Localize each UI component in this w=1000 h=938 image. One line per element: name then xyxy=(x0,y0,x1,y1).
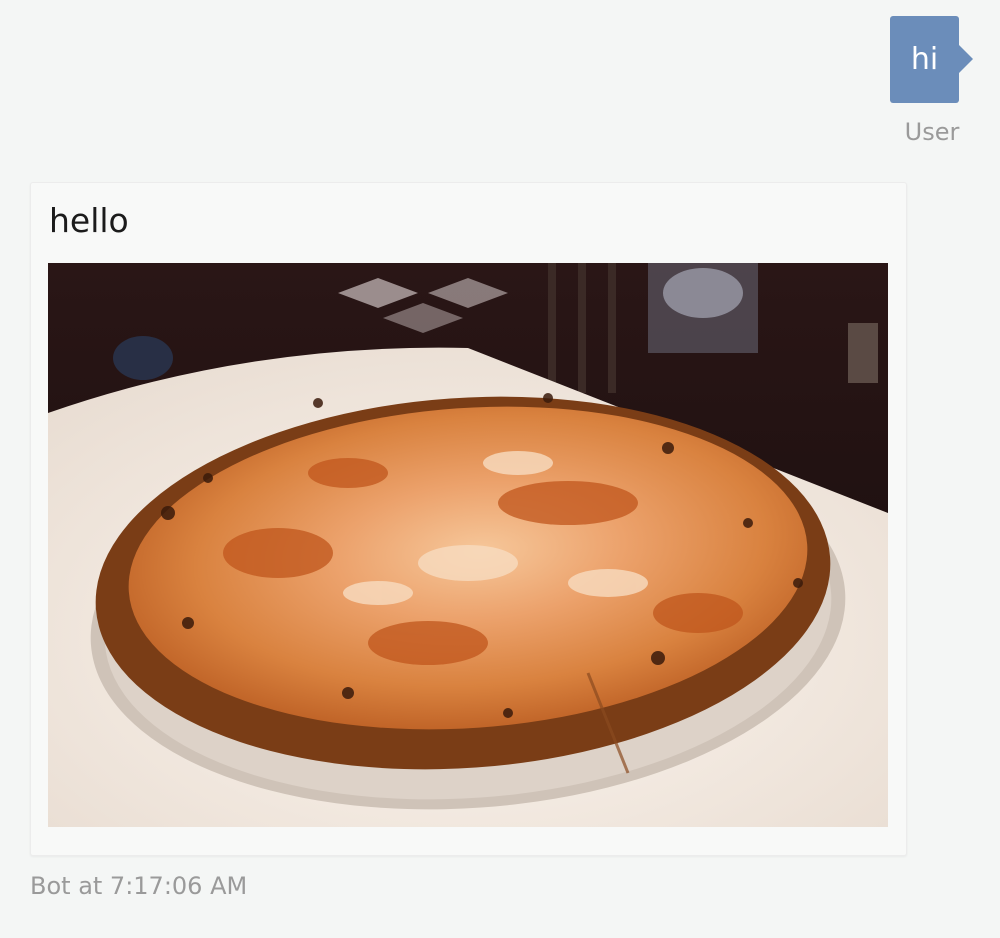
pizza-photo xyxy=(48,263,888,827)
bot-message-card[interactable]: hello xyxy=(30,182,907,856)
user-message-text: hi xyxy=(910,42,939,77)
bot-message-timestamp: Bot at 7:17:06 AM xyxy=(30,872,248,900)
chat-transcript: hi User hello Bot at 7:17:06 AM xyxy=(0,0,1000,938)
user-sender-label: User xyxy=(904,118,960,146)
pizza-image[interactable] xyxy=(48,263,888,827)
user-message-bubble[interactable]: hi xyxy=(890,16,959,103)
bot-message-text: hello xyxy=(49,201,129,240)
